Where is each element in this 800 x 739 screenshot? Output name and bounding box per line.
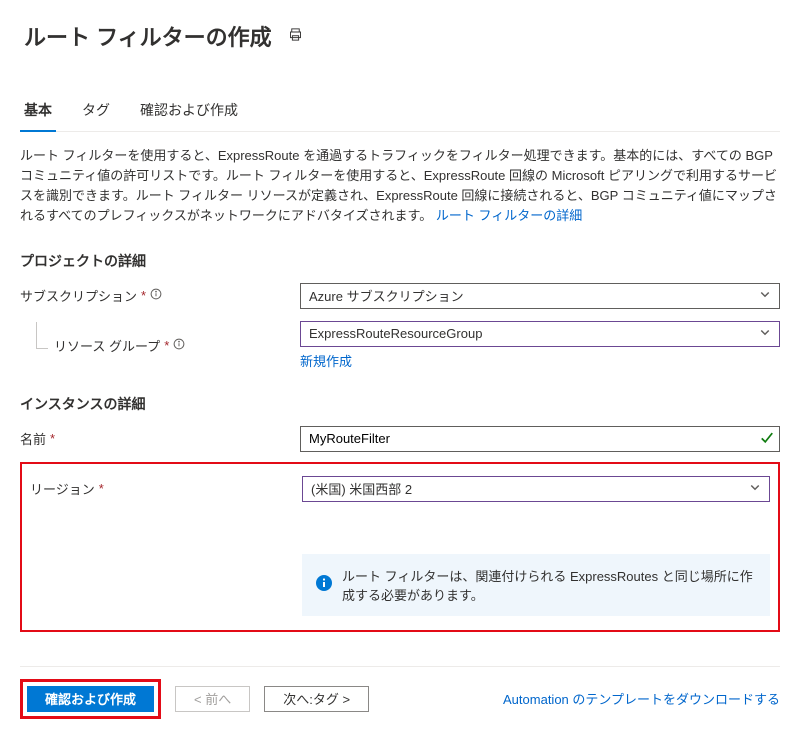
print-icon[interactable]	[288, 27, 303, 45]
region-label: リージョン	[30, 479, 95, 498]
footer: 確認および作成 < 前へ 次へ:タグ > Automation のテンプレートを…	[20, 679, 780, 719]
create-new-link[interactable]: 新規作成	[300, 351, 780, 370]
resource-group-label: リソース グループ	[54, 336, 160, 355]
chevron-down-icon	[759, 288, 771, 303]
check-icon	[760, 430, 774, 447]
next-button[interactable]: 次へ:タグ >	[264, 686, 369, 712]
tab-review[interactable]: 確認および作成	[136, 92, 242, 131]
review-create-highlight: 確認および作成	[20, 679, 161, 719]
tabs: 基本 タグ 確認および作成	[20, 92, 780, 132]
instance-details-heading: インスタンスの詳細	[20, 394, 780, 414]
chevron-down-icon	[759, 326, 771, 341]
review-create-button[interactable]: 確認および作成	[27, 686, 154, 712]
region-highlight-box: リージョン * (米国) 米国西部 2 ルート フィルターは、関連付けられる E…	[20, 462, 780, 632]
region-select[interactable]: (米国) 米国西部 2	[302, 476, 770, 502]
info-banner-text: ルート フィルターは、関連付けられる ExpressRoutes と同じ場所に作…	[342, 566, 756, 604]
previous-button: < 前へ	[175, 686, 250, 712]
info-banner: ルート フィルターは、関連付けられる ExpressRoutes と同じ場所に作…	[302, 554, 770, 616]
description-text: ルート フィルターを使用すると、ExpressRoute を通過するトラフィック…	[20, 146, 780, 227]
resource-group-select[interactable]: ExpressRouteResourceGroup	[300, 321, 780, 347]
footer-divider	[20, 666, 780, 667]
required-asterisk: *	[164, 338, 169, 353]
subscription-select[interactable]: Azure サブスクリプション	[300, 283, 780, 309]
required-asterisk: *	[50, 431, 55, 446]
subscription-label: サブスクリプション	[20, 286, 137, 305]
tab-tags[interactable]: タグ	[78, 92, 114, 131]
download-template-link[interactable]: Automation のテンプレートをダウンロードする	[503, 689, 780, 708]
page-title: ルート フィルターの作成	[24, 20, 272, 52]
chevron-down-icon	[749, 481, 761, 496]
tab-basic[interactable]: 基本	[20, 92, 56, 132]
info-icon[interactable]	[150, 288, 162, 303]
required-asterisk: *	[141, 288, 146, 303]
name-input[interactable]	[300, 426, 780, 452]
info-icon	[316, 575, 332, 594]
name-label: 名前	[20, 429, 46, 448]
learn-more-link[interactable]: ルート フィルターの詳細	[436, 208, 582, 223]
info-icon[interactable]	[173, 338, 185, 353]
required-asterisk: *	[99, 481, 104, 496]
project-details-heading: プロジェクトの詳細	[20, 251, 780, 271]
